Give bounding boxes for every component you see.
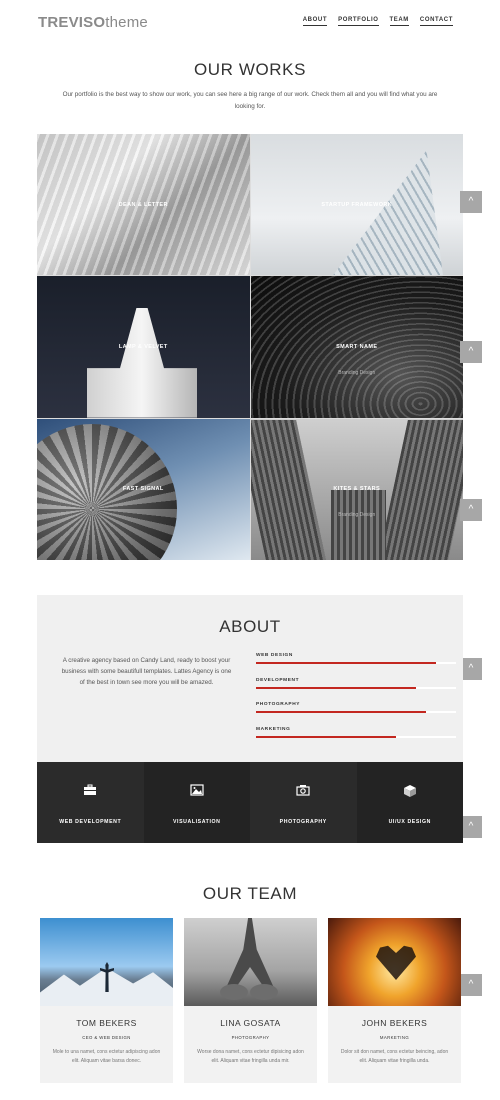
services-strip: WEB DEVELOPMENT VISUALISATION PHOTOGRAPH…: [37, 762, 463, 843]
skill-track: [256, 735, 456, 738]
service-photography[interactable]: PHOTOGRAPHY: [250, 762, 357, 843]
portfolio-item-title: FAST SIGNAL: [122, 486, 164, 493]
scroll-top-button[interactable]: ^: [460, 341, 482, 363]
skill-web-design: WEB DESIGN: [256, 653, 456, 678]
team-member-photo: [184, 918, 317, 1006]
portfolio-item-lamp-velvet[interactable]: LAMP & VELVET: [37, 276, 250, 418]
portfolio-item-fast-signal[interactable]: FAST SIGNAL: [37, 418, 250, 560]
chevron-up-icon: ^: [468, 504, 474, 515]
portfolio-grid: DEAN & LETTER STARTUP FRAMEWORK LAMP & V…: [37, 134, 463, 560]
skill-track: [256, 662, 456, 664]
about-section: ABOUT A creative agency based on Candy L…: [37, 595, 463, 762]
skill-bar: [256, 711, 426, 713]
skill-bar: [256, 735, 396, 738]
team-member-name: JOHN BEKERS: [361, 1018, 428, 1028]
main-nav: ABOUT PORTFOLIO TEAM CONTACT: [302, 17, 453, 26]
logo-part1: TREVISO: [38, 14, 106, 31]
image-icon: [144, 784, 251, 799]
skill-name: MARKETING: [256, 726, 291, 732]
skill-track: [256, 711, 456, 713]
service-ui-ux-design[interactable]: UI/UX DESIGN: [356, 762, 464, 843]
team-member-card[interactable]: JOHN BEKERS MARKETING Dolor sit don name…: [328, 918, 461, 1083]
service-label: VISUALISATION: [173, 819, 221, 825]
portfolio-item-kites-stars[interactable]: KITES & STARS Branding Design: [250, 418, 463, 560]
camera-icon: [250, 784, 357, 799]
nav-item-portfolio[interactable]: PORTFOLIO: [338, 17, 379, 26]
team-member-name: TOM BEKERS: [76, 1018, 137, 1028]
nav-item-team[interactable]: TEAM: [389, 17, 409, 26]
skill-bar: [256, 686, 416, 689]
team-member-bio: Worse dona namet, cons ectetur dipisicin…: [197, 1049, 304, 1064]
team-member-bio: Mole to una namet, cons ectetur adipisci…: [52, 1049, 161, 1064]
skill-name: DEVELOPMENT: [256, 677, 300, 683]
portfolio-item-dean-letter[interactable]: DEAN & LETTER: [37, 134, 250, 276]
portfolio-item-title: KITES & STARS: [333, 486, 381, 493]
about-text: A creative agency based on Candy Land, r…: [61, 657, 232, 686]
scroll-top-button[interactable]: ^: [460, 191, 482, 213]
scroll-top-button[interactable]: ^: [460, 974, 482, 996]
team-list: TOM BEKERS CEO & WEB DESIGN Mole to una …: [40, 918, 461, 1083]
glass-tower-image: [333, 150, 443, 276]
works-description: Our portfolio is the best way to show ou…: [62, 91, 438, 110]
portfolio-item-title: DEAN & LETTER: [118, 201, 168, 208]
skyscraper-image: [330, 489, 386, 560]
chevron-up-icon: ^: [468, 979, 474, 990]
skill-marketing: MARKETING: [256, 727, 456, 752]
nav-item-contact[interactable]: CONTACT: [419, 17, 453, 26]
works-title: OUR WORKS: [193, 60, 307, 79]
chevron-up-icon: ^: [468, 196, 474, 207]
spire-image: [87, 307, 197, 418]
skill-photography: PHOTOGRAPHY: [256, 702, 456, 727]
service-visualisation[interactable]: VISUALISATION: [143, 762, 251, 843]
portfolio-item-title: STARTUP FRAMEWORK: [321, 201, 393, 208]
chevron-up-icon: ^: [468, 346, 474, 357]
team-member-bio: Dolor sit don namet, cons ectetur beinci…: [340, 1049, 449, 1064]
portfolio-item-startup-framework[interactable]: STARTUP FRAMEWORK: [250, 134, 463, 276]
chevron-up-icon: ^: [468, 663, 474, 674]
team-title: OUR TEAM: [202, 884, 298, 903]
team-member-name: LINA GOSATA: [220, 1018, 281, 1028]
service-label: WEB DEVELOPMENT: [59, 819, 122, 825]
logo-part2: theme: [105, 14, 148, 31]
site-logo[interactable]: TREVISOtheme: [38, 14, 148, 32]
portfolio-item-smart-name[interactable]: SMART NAME Branding Design: [250, 276, 463, 418]
chevron-up-icon: ^: [468, 821, 474, 832]
scroll-top-button[interactable]: ^: [460, 816, 482, 838]
team-member-card[interactable]: LINA GOSATA PHOTOGRAPHY Worse dona namet…: [184, 918, 317, 1083]
team-member-role: CEO & WEB DESIGN: [82, 1035, 131, 1040]
skill-name: PHOTOGRAPHY: [256, 702, 301, 707]
team-member-card[interactable]: TOM BEKERS CEO & WEB DESIGN Mole to una …: [40, 918, 173, 1083]
scroll-top-button[interactable]: ^: [460, 658, 482, 680]
cube-icon: [357, 784, 464, 801]
skill-bar: [256, 662, 436, 664]
portfolio-item-title: LAMP & VELVET: [118, 344, 168, 351]
nav-item-about[interactable]: ABOUT: [302, 17, 328, 26]
skill-name: WEB DESIGN: [256, 653, 293, 658]
service-web-development[interactable]: WEB DEVELOPMENT: [37, 762, 144, 843]
team-member-role: PHOTOGRAPHY: [231, 1035, 270, 1040]
skills-list: WEB DESIGN DEVELOPMENT PHOTOGRAPHY MARKE…: [256, 653, 456, 751]
skill-track: [256, 686, 456, 689]
service-label: PHOTOGRAPHY: [279, 819, 327, 825]
team-member-photo: [40, 918, 173, 1006]
team-member-role: MARKETING: [379, 1035, 410, 1040]
portfolio-item-title: SMART NAME: [336, 344, 378, 351]
portfolio-item-subtitle: Branding Design: [338, 511, 376, 518]
skill-development: DEVELOPMENT: [256, 678, 456, 703]
briefcase-icon: [37, 784, 144, 799]
portfolio-item-subtitle: Branding Design: [338, 369, 376, 376]
scroll-top-button[interactable]: ^: [460, 499, 482, 521]
about-title: ABOUT: [219, 617, 281, 636]
team-member-photo: [328, 918, 461, 1006]
service-label: UI/UX DESIGN: [388, 819, 431, 825]
